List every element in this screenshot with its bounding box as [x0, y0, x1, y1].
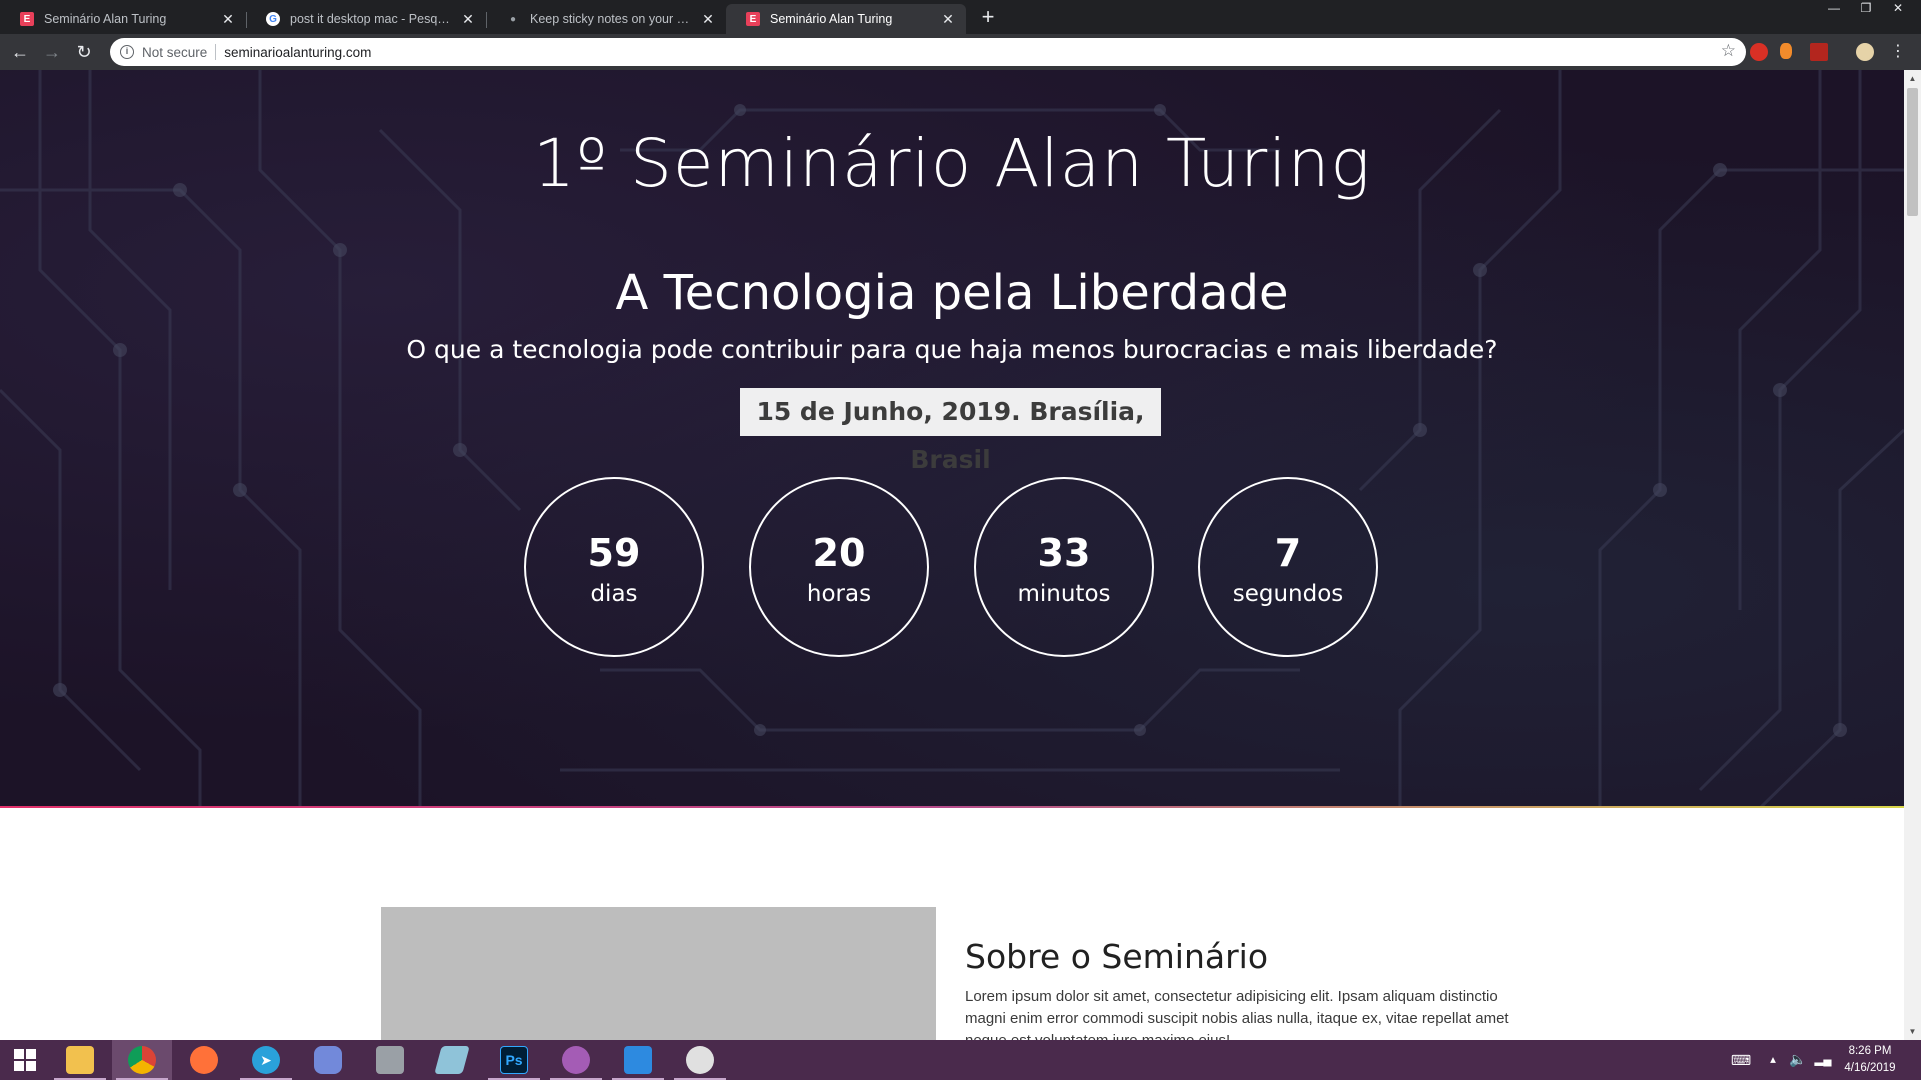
- taskbar-firefox[interactable]: [174, 1040, 234, 1080]
- countdown-unit: horas: [806, 581, 872, 607]
- e-logo-icon: E: [746, 12, 760, 26]
- countdown-unit: minutos: [1017, 581, 1111, 607]
- countdown-days: 59 dias: [524, 477, 704, 657]
- apple-icon: ●: [509, 13, 517, 25]
- tab-seminario-active[interactable]: E Seminário Alan Turing ✕: [726, 4, 966, 34]
- taskbar-gitkraken[interactable]: [546, 1040, 606, 1080]
- countdown-value: 20: [812, 531, 866, 575]
- notes-icon: [434, 1046, 470, 1074]
- scroll-up-arrow-icon[interactable]: ▲: [1904, 70, 1921, 87]
- menu-kebab-icon[interactable]: ⋮: [1890, 40, 1906, 64]
- start-button[interactable]: [0, 1040, 50, 1080]
- folder-icon: [66, 1046, 94, 1074]
- tab-title: Seminário Alan Turing: [44, 12, 167, 26]
- taskbar-chrome[interactable]: [112, 1040, 172, 1080]
- back-arrow-icon[interactable]: ←: [8, 40, 32, 64]
- taskbar-telegram[interactable]: ➤: [236, 1040, 296, 1080]
- page-viewport: 1º Seminário Alan Turing A Tecnologia pe…: [0, 70, 1904, 1040]
- google-icon: G: [266, 12, 280, 26]
- extension-notification-icon[interactable]: [1750, 43, 1768, 61]
- scrollbar-thumb[interactable]: [1907, 88, 1918, 216]
- reload-icon[interactable]: ↻: [72, 40, 96, 64]
- extension-pdf-icon[interactable]: [1810, 43, 1828, 61]
- forward-arrow-icon[interactable]: →: [40, 40, 64, 64]
- windows-taskbar: ➤ Ps ⌨ ▴ 🔈 ▂▄ 8:26 PM 4/16/2019: [0, 1040, 1921, 1080]
- tab-seminario-1[interactable]: E Seminário Alan Turing ✕: [0, 4, 246, 34]
- countdown-unit: segundos: [1232, 581, 1344, 607]
- tab-title: Keep sticky notes on your Mac des: [530, 12, 694, 26]
- hero-gradient-divider: [0, 806, 1904, 808]
- close-icon[interactable]: ✕: [460, 11, 476, 28]
- taskbar-photoshop[interactable]: Ps: [484, 1040, 544, 1080]
- countdown-seconds: 7 segundos: [1198, 477, 1378, 657]
- e-logo-icon: E: [20, 12, 34, 26]
- close-icon[interactable]: ✕: [220, 11, 236, 28]
- tray-chevron-icon[interactable]: ▴: [1766, 1052, 1780, 1066]
- page-title: 1º Seminário Alan Turing: [532, 125, 1372, 202]
- vscode-icon: [624, 1046, 652, 1074]
- profile-avatar[interactable]: [1856, 43, 1874, 61]
- calculator-icon: [376, 1046, 404, 1074]
- countdown-hours: 20 horas: [749, 477, 929, 657]
- extension-flame-icon[interactable]: [1780, 43, 1792, 59]
- taskbar-calculator[interactable]: [360, 1040, 420, 1080]
- clock-date[interactable]: 4/16/2019: [1840, 1062, 1900, 1074]
- hero-subtitle: A Tecnologia pela Liberdade: [615, 265, 1289, 321]
- close-icon[interactable]: ✕: [940, 11, 956, 28]
- telegram-icon: ➤: [252, 1046, 280, 1074]
- restore-icon[interactable]: ❐: [1850, 0, 1882, 18]
- close-icon[interactable]: ✕: [700, 11, 716, 28]
- hero-question: O que a tecnologia pode contribuir para …: [406, 335, 1498, 364]
- discord-icon: [314, 1046, 342, 1074]
- taskbar-paint[interactable]: [670, 1040, 730, 1080]
- countdown-value: 33: [1037, 531, 1091, 575]
- network-icon[interactable]: ▂▄: [1814, 1052, 1832, 1066]
- bookmark-star-icon[interactable]: ☆: [1721, 41, 1736, 61]
- taskbar-notes[interactable]: [422, 1040, 482, 1080]
- countdown-minutes: 33 minutos: [974, 477, 1154, 657]
- window-close-icon[interactable]: ✕: [1882, 0, 1914, 18]
- about-title: Sobre o Seminário: [965, 937, 1269, 976]
- keyboard-icon[interactable]: ⌨: [1726, 1052, 1756, 1069]
- taskbar-vscode[interactable]: [608, 1040, 668, 1080]
- volume-icon[interactable]: 🔈: [1788, 1051, 1808, 1068]
- taskbar-file-explorer[interactable]: [50, 1040, 110, 1080]
- chrome-icon: [128, 1046, 156, 1074]
- tab-sticky-notes[interactable]: ● Keep sticky notes on your Mac des ✕: [486, 4, 726, 34]
- tab-title: post it desktop mac - Pesquisa Goo: [290, 12, 454, 26]
- about-text: Lorem ipsum dolor sit amet, consectetur …: [965, 988, 1509, 1040]
- clock-time[interactable]: 8:26 PM: [1840, 1045, 1900, 1057]
- minimize-icon[interactable]: —: [1818, 0, 1850, 18]
- windows-logo-icon: [14, 1049, 36, 1071]
- browser-tab-bar: E Seminário Alan Turing ✕ G post it desk…: [0, 0, 1921, 34]
- hero-section: 1º Seminário Alan Turing A Tecnologia pe…: [0, 70, 1904, 808]
- address-divider: [215, 44, 217, 60]
- tab-google-search[interactable]: G post it desktop mac - Pesquisa Goo ✕: [246, 4, 486, 34]
- about-image-placeholder: [381, 907, 936, 1040]
- countdown-value: 59: [587, 531, 641, 575]
- firefox-icon: [190, 1046, 218, 1074]
- url-text[interactable]: seminarioalanturing.com: [224, 45, 371, 60]
- info-icon[interactable]: i: [120, 45, 134, 59]
- countdown-value: 7: [1274, 531, 1302, 575]
- event-date-badge: 15 de Junho, 2019. Brasília, Brasil: [740, 388, 1161, 474]
- page-scrollbar[interactable]: ▲ ▼: [1904, 70, 1921, 1040]
- gitkraken-icon: [562, 1046, 590, 1074]
- new-tab-button[interactable]: +: [976, 6, 1000, 30]
- address-bar[interactable]: i Not secure seminarioalanturing.com ☆: [110, 38, 1746, 66]
- photoshop-icon: Ps: [500, 1046, 528, 1074]
- countdown-unit: dias: [590, 581, 638, 607]
- paint-icon: [686, 1046, 714, 1074]
- security-status: Not secure: [142, 44, 208, 60]
- browser-toolbar: ← → ↻ i Not secure seminarioalanturing.c…: [0, 34, 1921, 70]
- tab-title: Seminário Alan Turing: [770, 12, 893, 26]
- scroll-down-arrow-icon[interactable]: ▼: [1904, 1023, 1921, 1040]
- taskbar-discord[interactable]: [298, 1040, 358, 1080]
